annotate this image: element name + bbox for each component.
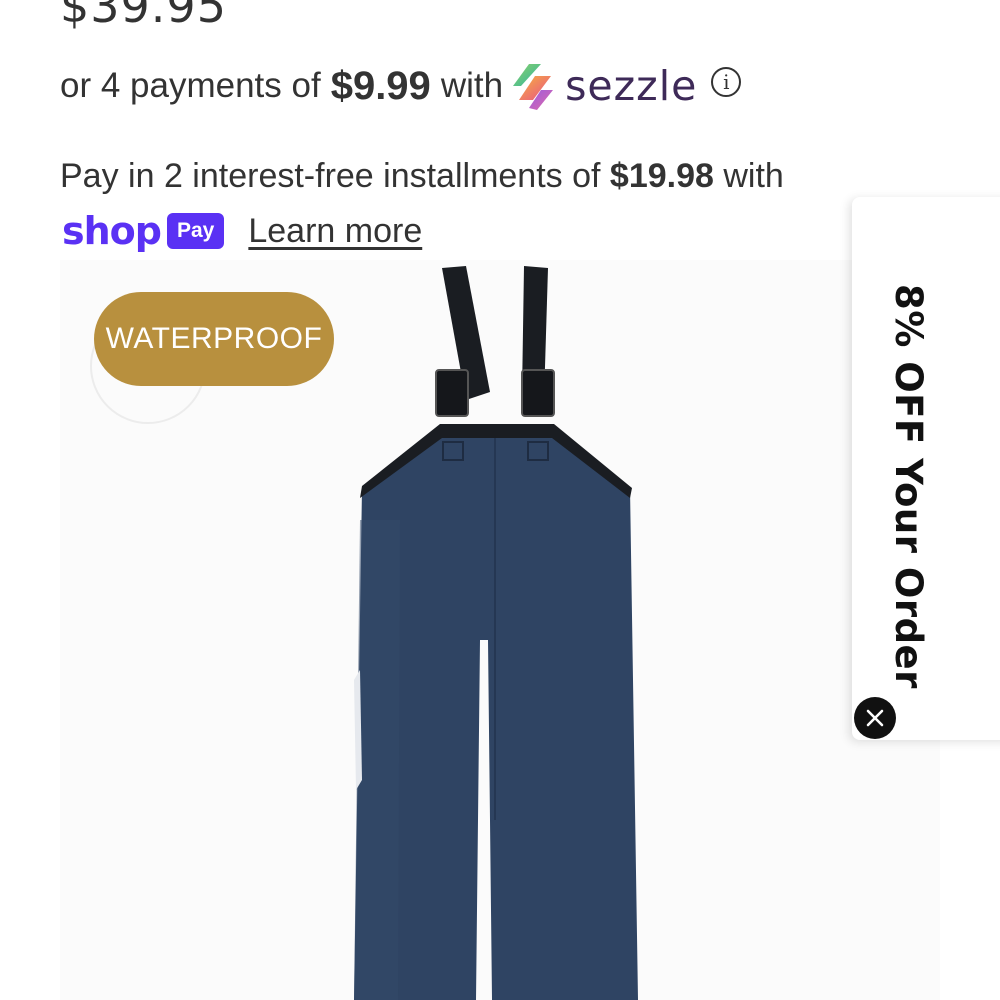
sezzle-installments: or 4 payments of $9.99 with sezzle i [60, 58, 742, 114]
left-buckle [435, 369, 469, 417]
shop-pay-prefix: Pay in 2 interest-free installments of [60, 157, 601, 195]
learn-more-link[interactable]: Learn more [248, 212, 422, 251]
info-icon[interactable]: i [711, 67, 742, 97]
shop-pay-logo-shop: shop [62, 209, 162, 253]
promo-text[interactable]: 8% OFF Your Order [887, 284, 930, 689]
shop-pay-suffix: with [723, 157, 784, 195]
shop-pay-logo-pay: Pay [166, 213, 225, 249]
right-buckle [521, 369, 555, 417]
sezzle-prefix: or 4 payments of [60, 66, 321, 105]
product-price: $39.95 [60, 0, 227, 33]
shop-pay-installments: Pay in 2 interest-free installments of $… [60, 150, 784, 202]
shop-pay-brand-row: shop Pay Learn more [62, 205, 422, 257]
sezzle-logo[interactable]: sezzle [511, 60, 697, 112]
close-icon[interactable] [854, 697, 896, 739]
sezzle-with: with [440, 66, 504, 105]
sezzle-amount: $9.99 [330, 63, 431, 108]
close-x-glyph [866, 709, 884, 727]
shop-pay-amount: $19.98 [609, 157, 714, 195]
rain-overalls-image [354, 266, 638, 1000]
waterproof-badge: WATERPROOF [94, 292, 334, 386]
sezzle-brand: sezzle [565, 62, 698, 110]
product-page: $39.95 or 4 payments of $9.99 with sezzl… [0, 0, 1000, 1000]
sezzle-mark-icon [513, 64, 554, 110]
